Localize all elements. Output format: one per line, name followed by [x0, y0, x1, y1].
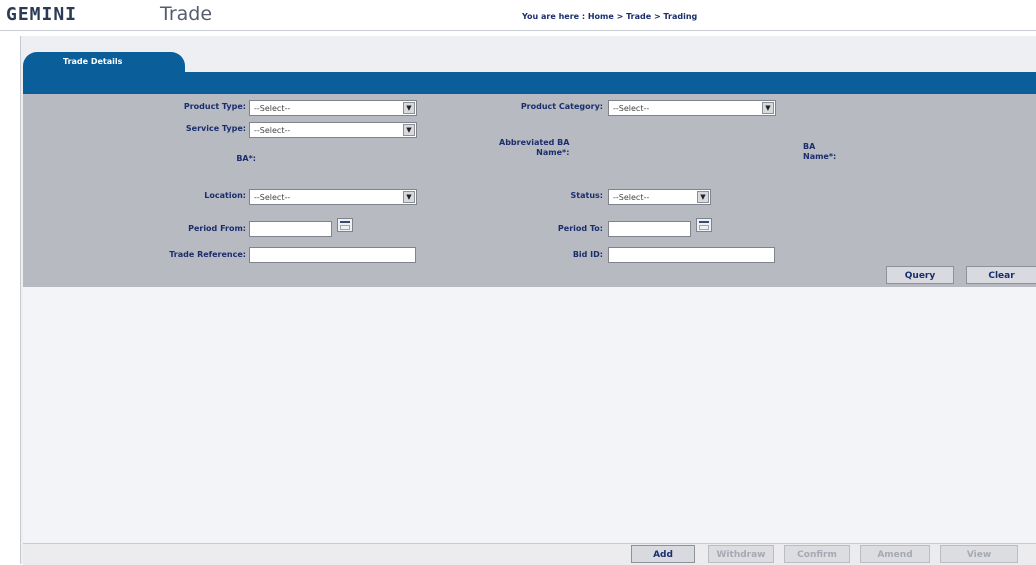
period-to-input[interactable]: [608, 221, 691, 237]
service-type-select[interactable]: --Select-- ▼: [249, 122, 417, 138]
service-type-label: Service Type:: [185, 124, 246, 133]
tab-strip: [23, 72, 1036, 94]
period-to-label: Period To:: [557, 224, 603, 233]
location-value: --Select--: [254, 193, 291, 202]
product-type-label: Product Type:: [183, 102, 246, 111]
ba-name-label: BA Name*:: [803, 142, 836, 162]
location-select[interactable]: --Select-- ▼: [249, 189, 417, 205]
status-label: Status:: [570, 191, 603, 200]
trade-reference-label: Trade Reference:: [169, 250, 246, 259]
amend-button[interactable]: Amend: [860, 545, 930, 563]
location-label: Location:: [204, 191, 246, 200]
page-title: Trade: [160, 3, 213, 25]
tab-trade-details[interactable]: Trade Details: [23, 52, 185, 72]
header-divider: [0, 30, 1036, 31]
calendar-icon[interactable]: [337, 218, 353, 232]
chevron-down-icon: ▼: [762, 102, 774, 114]
chevron-down-icon: ▼: [403, 191, 415, 203]
period-from-label: Period From:: [188, 224, 246, 233]
product-category-value: --Select--: [613, 104, 650, 113]
ba-name-line2: Name*:: [803, 152, 837, 161]
period-from-input[interactable]: [249, 221, 332, 237]
chevron-down-icon: ▼: [403, 102, 415, 114]
add-button[interactable]: Add: [631, 545, 695, 563]
ba-label: BA*:: [236, 154, 256, 163]
view-button[interactable]: View: [940, 545, 1018, 563]
footer-toolbar: Add Withdraw Confirm Amend View: [23, 543, 1036, 565]
chevron-down-icon: ▼: [697, 191, 709, 203]
query-button[interactable]: Query: [886, 266, 954, 284]
chevron-down-icon: ▼: [403, 124, 415, 136]
product-category-label: Product Category:: [520, 102, 603, 111]
confirm-button[interactable]: Confirm: [784, 545, 850, 563]
status-select[interactable]: --Select-- ▼: [608, 189, 711, 205]
breadcrumb: You are here : Home > Trade > Trading: [522, 12, 698, 21]
trade-reference-input[interactable]: [249, 247, 416, 263]
search-form-panel: Product Type: --Select-- ▼ Product Categ…: [23, 94, 1036, 287]
clear-button[interactable]: Clear: [966, 266, 1036, 284]
abbreviated-ba-name-line2: Name*:: [536, 148, 570, 157]
product-type-select[interactable]: --Select-- ▼: [249, 100, 417, 116]
calendar-icon[interactable]: [696, 218, 712, 232]
service-type-value: --Select--: [254, 126, 291, 135]
product-type-value: --Select--: [254, 104, 291, 113]
withdraw-button[interactable]: Withdraw: [708, 545, 774, 563]
bid-id-input[interactable]: [608, 247, 775, 263]
app-header: GEMINI Trade You are here : Home > Trade…: [0, 0, 1036, 31]
bid-id-label: Bid ID:: [572, 250, 603, 259]
abbreviated-ba-name-line1: Abbreviated BA: [499, 138, 570, 147]
product-category-select[interactable]: --Select-- ▼: [608, 100, 776, 116]
gemini-logo: GEMINI: [6, 4, 78, 25]
ba-name-line1: BA: [803, 142, 816, 151]
status-value: --Select--: [613, 193, 650, 202]
tab-label: Trade Details: [63, 57, 123, 66]
main-frame: Trade Details Product Type: --Select-- ▼…: [20, 36, 1036, 565]
results-area: [23, 287, 1036, 543]
abbreviated-ba-name-label: Abbreviated BA Name*:: [499, 138, 569, 158]
